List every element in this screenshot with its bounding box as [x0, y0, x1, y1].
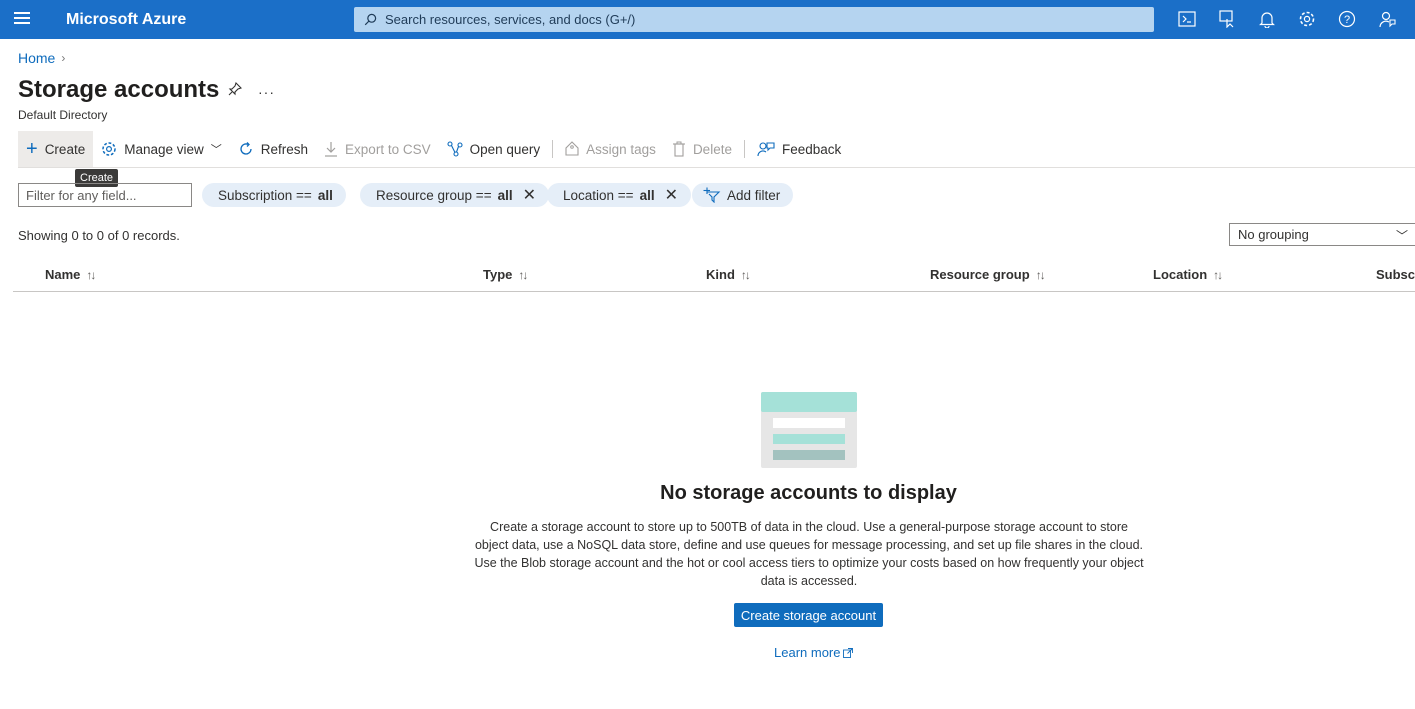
- notifications-icon[interactable]: [1256, 8, 1278, 30]
- menu-icon[interactable]: [14, 12, 30, 26]
- command-separator: [743, 140, 745, 158]
- column-label: Name: [45, 267, 81, 282]
- feedback-icon[interactable]: [1376, 8, 1398, 30]
- column-label: Kind: [706, 267, 735, 282]
- location-filter-value: all: [639, 187, 655, 203]
- grouping-value: No grouping: [1238, 227, 1309, 242]
- cloud-shell-icon[interactable]: [1176, 8, 1198, 30]
- chevron-right-icon: ›: [61, 51, 66, 65]
- search-icon: [364, 13, 377, 26]
- resource-group-filter-label: Resource group ==: [376, 187, 492, 203]
- open-query-label: Open query: [469, 141, 541, 157]
- resource-group-filter-value: all: [497, 187, 513, 203]
- delete-label: Delete: [692, 141, 732, 157]
- open-query-button[interactable]: Open query: [439, 131, 549, 167]
- resource-group-filter-pill[interactable]: Resource group == all ✕: [360, 183, 549, 207]
- manage-view-label: Manage view: [124, 141, 204, 157]
- breadcrumb-home[interactable]: Home: [18, 50, 55, 66]
- column-header-kind[interactable]: Kind ↑↓: [706, 267, 751, 282]
- trash-icon: [672, 141, 685, 157]
- column-header-name[interactable]: Name ↑↓: [45, 267, 96, 282]
- column-header-type[interactable]: Type ↑↓: [483, 267, 528, 282]
- refresh-label: Refresh: [260, 141, 309, 157]
- tag-icon: [565, 141, 579, 156]
- portal-brand[interactable]: Microsoft Azure: [66, 11, 186, 29]
- grouping-select[interactable]: No grouping ﹀: [1229, 223, 1415, 246]
- column-header-subscription[interactable]: Subscription: [1376, 267, 1415, 282]
- add-filter-label: Add filter: [727, 187, 781, 203]
- empty-state-title: No storage accounts to display: [660, 482, 957, 504]
- directory-filter-icon[interactable]: [1216, 8, 1238, 30]
- refresh-button[interactable]: Refresh: [230, 131, 316, 167]
- create-label: Create: [44, 141, 86, 157]
- breadcrumb: Home ›: [18, 50, 65, 66]
- create-storage-account-button[interactable]: Create storage account: [734, 603, 883, 627]
- command-bar: + Create Manage view ﹀ Refresh Export to…: [18, 131, 849, 167]
- refresh-icon: [240, 142, 252, 155]
- more-options-icon[interactable]: ···: [258, 84, 275, 100]
- column-label: Resource group: [930, 267, 1030, 282]
- gear-icon: [102, 142, 116, 156]
- delete-button[interactable]: Delete: [664, 131, 740, 167]
- records-count: Showing 0 to 0 of 0 records.: [18, 228, 180, 243]
- page-subtitle: Default Directory: [18, 108, 108, 122]
- help-icon[interactable]: ?: [1336, 8, 1358, 30]
- feedback-person-icon: [757, 142, 775, 157]
- page-title: Storage accounts: [18, 76, 220, 103]
- empty-state-description: Create a storage account to store up to …: [474, 520, 1144, 588]
- assign-tags-label: Assign tags: [586, 141, 656, 157]
- subscription-filter-label: Subscription ==: [218, 187, 312, 203]
- create-button[interactable]: + Create: [18, 131, 94, 167]
- column-label: Subscription: [1376, 267, 1415, 282]
- sort-icon: ↑↓: [518, 267, 528, 282]
- external-link-icon: [843, 647, 854, 658]
- filter-input[interactable]: Filter for any field...: [18, 183, 192, 207]
- command-separator: [552, 140, 554, 158]
- close-icon[interactable]: ✕: [523, 185, 536, 205]
- learn-more-label: Learn more: [774, 645, 841, 660]
- add-filter-icon: [703, 187, 721, 203]
- sort-icon: ↑↓: [86, 267, 96, 282]
- close-icon[interactable]: ✕: [665, 185, 678, 205]
- filter-placeholder: Filter for any field...: [26, 187, 137, 203]
- top-navigation-bar: Microsoft Azure Search resources, servic…: [0, 0, 1415, 39]
- global-search-input[interactable]: Search resources, services, and docs (G+…: [354, 7, 1154, 32]
- search-placeholder: Search resources, services, and docs (G+…: [385, 12, 636, 27]
- svg-text:?: ?: [1344, 14, 1350, 26]
- query-icon: [447, 141, 463, 157]
- export-csv-button[interactable]: Export to CSV: [316, 131, 439, 167]
- pin-icon[interactable]: [228, 81, 243, 101]
- settings-icon[interactable]: [1296, 8, 1318, 30]
- column-header-location[interactable]: Location ↑↓: [1153, 267, 1223, 282]
- download-icon: [325, 142, 338, 157]
- feedback-button[interactable]: Feedback: [749, 131, 849, 167]
- subscription-filter-value: all: [317, 187, 333, 203]
- column-label: Type: [483, 267, 513, 282]
- add-filter-button[interactable]: Add filter: [692, 183, 794, 207]
- export-csv-label: Export to CSV: [345, 141, 431, 157]
- column-label: Location: [1153, 267, 1208, 282]
- sort-icon: ↑↓: [740, 267, 751, 282]
- sort-icon: ↑↓: [1035, 267, 1046, 282]
- assign-tags-button[interactable]: Assign tags: [557, 131, 664, 167]
- plus-icon: +: [26, 138, 38, 160]
- location-filter-label: Location ==: [563, 187, 634, 203]
- table-header: Name ↑↓ Type ↑↓ Kind ↑↓ Resource group ↑↓ Lo…: [13, 262, 1415, 292]
- chevron-down-icon: ﹀: [210, 144, 222, 156]
- manage-view-button[interactable]: Manage view ﹀: [93, 131, 230, 167]
- chevron-down-icon: ﹀: [1395, 229, 1408, 243]
- column-header-resource-group[interactable]: Resource group ↑↓: [930, 267, 1046, 282]
- divider: [18, 167, 1415, 168]
- learn-more-link[interactable]: Learn more: [774, 645, 854, 660]
- location-filter-pill[interactable]: Location == all ✕: [547, 183, 691, 207]
- sort-icon: ↑↓: [1213, 267, 1223, 282]
- feedback-label: Feedback: [781, 141, 842, 157]
- subscription-filter-pill[interactable]: Subscription == all: [202, 183, 346, 207]
- storage-empty-illustration: [761, 392, 857, 468]
